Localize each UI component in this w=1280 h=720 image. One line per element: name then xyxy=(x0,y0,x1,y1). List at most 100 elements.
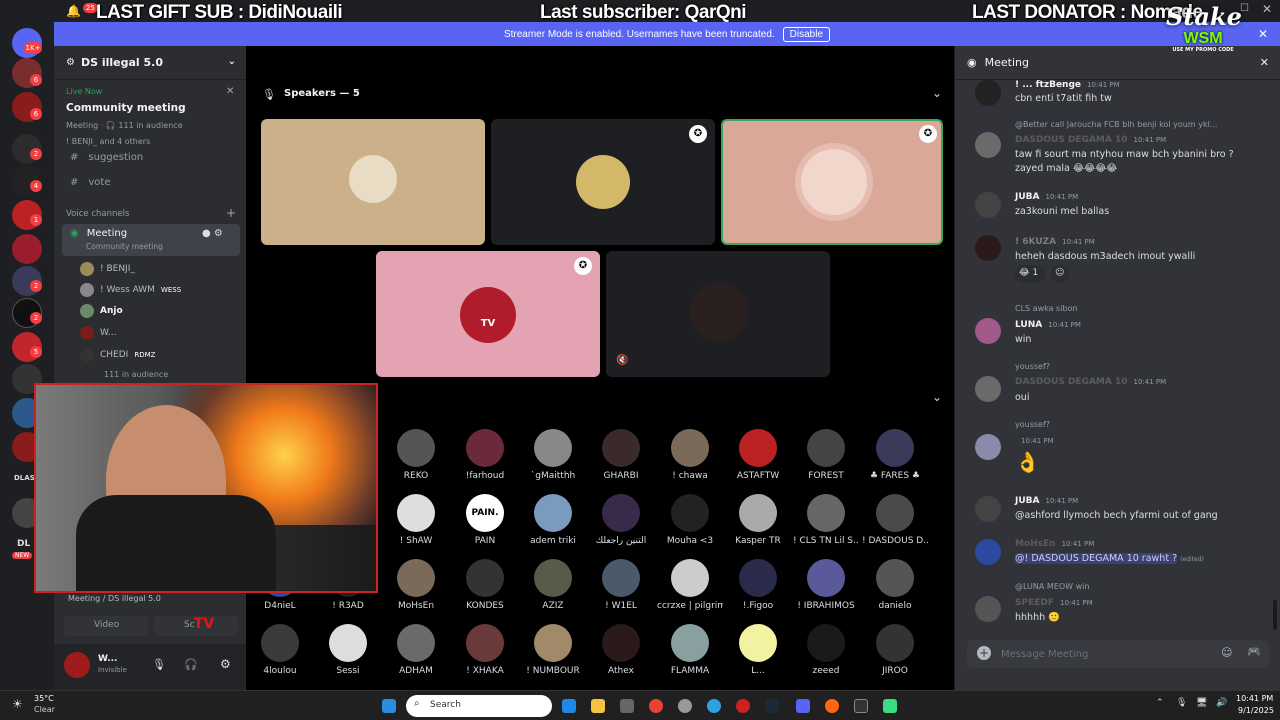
store-icon[interactable] xyxy=(620,699,634,713)
audience-member[interactable]: ♣ FARES ♣ xyxy=(862,429,928,481)
audience-member[interactable]: التنين راجعلك xyxy=(588,494,654,546)
audience-member[interactable]: 4loulou xyxy=(247,624,313,676)
audience-member[interactable]: ! CLS TN Lil S... xyxy=(793,494,859,546)
headphones-icon[interactable]: 🎧 xyxy=(184,658,198,671)
voice-user[interactable]: Anjo xyxy=(80,302,123,320)
channel-suggestion[interactable]: # suggestion xyxy=(62,146,240,168)
audience-member[interactable]: danielo xyxy=(862,559,928,611)
audience-member[interactable]: ! DASDOUS D... xyxy=(862,494,928,546)
server-header[interactable]: ⚙ DS illegal 5.0 ⌄ xyxy=(54,46,246,80)
telegram-icon[interactable] xyxy=(707,699,721,713)
chat-scrollbar[interactable] xyxy=(1273,600,1277,630)
message-input[interactable]: + Message Meeting ☺ 🎮 xyxy=(967,640,1269,668)
audience-member[interactable]: KONDES xyxy=(452,559,518,611)
taskbar-search[interactable]: ⌕ Search xyxy=(406,695,552,717)
discord-icon[interactable] xyxy=(796,699,810,713)
disable-streamer-mode-button[interactable]: Disable xyxy=(782,26,831,42)
audience-member[interactable]: `gMaitthh xyxy=(520,429,586,481)
audience-member[interactable]: AZIZ xyxy=(520,559,586,611)
audience-member[interactable]: JIROO xyxy=(862,624,928,676)
reaction-chip[interactable]: 😂 1 xyxy=(1015,265,1045,283)
window-close-icon[interactable]: ✕ xyxy=(1262,2,1272,16)
tray-overflow-icon[interactable]: ⌃ xyxy=(1156,698,1164,708)
firefox-icon[interactable] xyxy=(825,699,839,713)
audience-member[interactable]: GHARBI xyxy=(588,429,654,481)
audience-member[interactable]: !.Figoo xyxy=(725,559,791,611)
audience-member[interactable]: MoHsEn xyxy=(383,559,449,611)
chevron-down-icon[interactable]: ⌄ xyxy=(932,390,942,404)
chat-message[interactable]: JUBA 10:41 PM @ashford llymoch bech yfarm… xyxy=(975,496,1265,526)
audience-count[interactable]: 111 in audience xyxy=(104,370,168,379)
chat-message[interactable]: ! 6KUZA 10:41 PM heheh dasdous m3adech im… xyxy=(975,235,1265,287)
avatar[interactable] xyxy=(64,652,90,678)
app-icon[interactable] xyxy=(883,699,897,713)
voice-channel-actions-icon[interactable]: ● ⚙ xyxy=(202,228,223,239)
chat-message[interactable]: youssef? 10:41 PM 👌 xyxy=(975,420,1265,482)
audience-member[interactable]: FLAMMA xyxy=(657,624,723,676)
audience-member[interactable]: Mouha <3 xyxy=(657,494,723,546)
audience-member[interactable]: zeeed xyxy=(793,624,859,676)
voice-user[interactable]: W... xyxy=(80,324,116,342)
volume-icon[interactable]: 🔊 xyxy=(1216,698,1227,708)
audience-member[interactable]: PAIN. PAIN xyxy=(452,494,518,546)
chevron-down-icon[interactable]: ⌄ xyxy=(932,86,942,100)
chat-message[interactable]: @LUNA MEOW win SPEEDF 10:41 PM hhhhh 🙂 xyxy=(975,582,1265,626)
chat-message[interactable]: JUBA 10:41 PM za3kouni mel ballas xyxy=(975,192,1265,222)
voice-user[interactable]: CHEDI RDMZ xyxy=(80,346,155,364)
chat-message[interactable]: MoHsEn 10:41 PM @! DASDOUS DEGAMA 10 rawh… xyxy=(975,539,1265,569)
add-attachment-icon[interactable]: + xyxy=(977,646,991,660)
audience-member[interactable]: ! ShAW xyxy=(383,494,449,546)
clock-time[interactable]: 10:41 PM xyxy=(1236,694,1273,703)
speaker-tile[interactable]: TV ✪ xyxy=(376,251,600,377)
emoji-icon[interactable]: ☺ xyxy=(1221,646,1232,659)
speaker-tile[interactable] xyxy=(261,119,485,245)
voice-status-channel[interactable]: Meeting / DS illegal 5.0 xyxy=(68,594,161,603)
video-button[interactable]: Video xyxy=(64,616,148,636)
chat-message[interactable]: youssef? DASDOUS DEGAMA 10 10:41 PM oui xyxy=(975,362,1265,406)
voice-user[interactable]: ! Wess AWM WESS xyxy=(80,281,181,299)
audience-member[interactable]: REKO xyxy=(383,429,449,481)
audience-member[interactable]: ADHAM xyxy=(383,624,449,676)
audience-member[interactable]: L... xyxy=(725,624,791,676)
audience-member[interactable]: Athex xyxy=(588,624,654,676)
audience-member[interactable]: ! NUMBOUR xyxy=(520,624,586,676)
obs-icon[interactable] xyxy=(854,699,868,713)
network-icon[interactable]: 🖥 xyxy=(1196,698,1207,708)
add-channel-icon[interactable]: + xyxy=(226,206,236,220)
audience-member[interactable]: ! XHAKA xyxy=(452,624,518,676)
speaker-tile-active[interactable]: ✪ xyxy=(721,119,943,245)
audience-member[interactable]: ! IBRAHIMOS xyxy=(793,559,859,611)
windows-start-icon[interactable] xyxy=(382,699,396,713)
speaker-tile[interactable]: ✪ xyxy=(491,119,715,245)
audience-member[interactable]: Sessi xyxy=(315,624,381,676)
steam-icon[interactable] xyxy=(765,699,779,713)
server-icon[interactable] xyxy=(12,234,42,264)
banner-close-icon[interactable]: ✕ xyxy=(1258,27,1268,41)
audience-member[interactable]: Kasper TR xyxy=(725,494,791,546)
audience-member[interactable]: ! chawa xyxy=(657,429,723,481)
gear-icon[interactable]: ⚙ xyxy=(220,657,231,671)
channel-vote[interactable]: # vote xyxy=(62,171,240,193)
event-title[interactable]: Community meeting xyxy=(66,102,186,114)
add-reaction-icon[interactable]: ☺ xyxy=(1051,265,1069,283)
audience-member[interactable]: ASTAFTW xyxy=(725,429,791,481)
chat-message[interactable]: CLS awka sibon LUNA 10:41 PM win xyxy=(975,304,1265,348)
clock-date[interactable]: 9/1/2025 xyxy=(1238,706,1274,715)
microphone-icon[interactable]: 🎙 xyxy=(1176,698,1187,708)
close-icon[interactable]: ✕ xyxy=(1260,56,1269,69)
chrome-icon[interactable] xyxy=(649,699,663,713)
audience-member[interactable]: ! W1EL xyxy=(588,559,654,611)
file-explorer-icon[interactable] xyxy=(591,699,605,713)
voice-channel-meeting[interactable]: ◉ Meeting Community meeting ● ⚙ xyxy=(62,224,240,256)
app-icon[interactable] xyxy=(678,699,692,713)
audience-member[interactable]: ccrzxe | pilgrim xyxy=(657,559,723,611)
chat-message[interactable]: ! ... ftzBenge 10:41 PM cbn enti t7atit f… xyxy=(975,80,1265,108)
speaker-tile[interactable]: 🔇 xyxy=(606,251,830,377)
audience-member[interactable]: !farhoud xyxy=(452,429,518,481)
voice-user[interactable]: ! BENJI_ xyxy=(80,260,135,278)
app-icon[interactable] xyxy=(736,699,750,713)
edge-icon[interactable] xyxy=(562,699,576,713)
gamepad-icon[interactable]: 🎮 xyxy=(1247,645,1261,658)
event-close-icon[interactable]: ✕ xyxy=(226,86,234,97)
voice-channels-header[interactable]: Voice channels xyxy=(66,209,129,219)
